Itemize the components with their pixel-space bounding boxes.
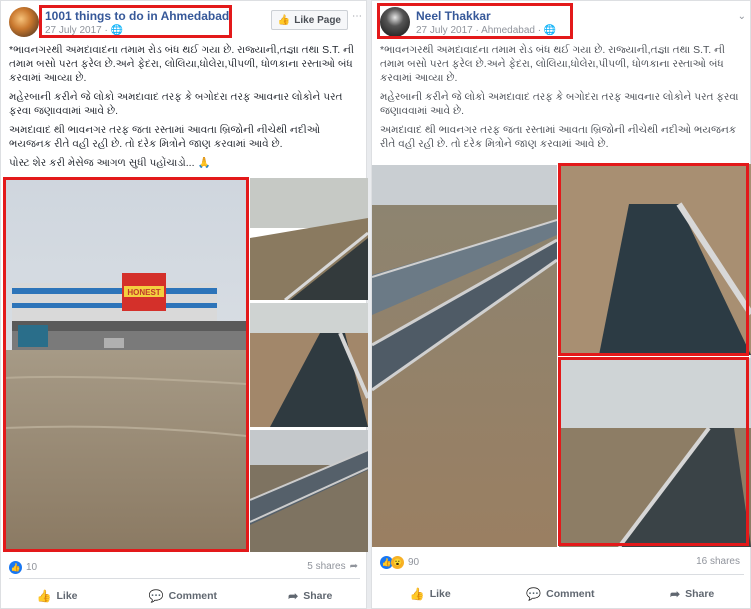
photo-flooded-road-2[interactable] [250, 303, 368, 427]
chevron-down-icon[interactable]: ⋯ [352, 11, 362, 22]
comment-button[interactable]: 💬 Comment [149, 589, 217, 603]
comment-bubble-icon: 💬 [526, 587, 542, 601]
post-paragraph: *ભાવનગરથી અમદાવાદના તમામ રોડ બંધ થઈ ગયા … [9, 44, 354, 84]
divider [9, 578, 360, 579]
like-thumb-icon: 👍 [277, 14, 291, 26]
post-paragraph: પોસ્ટ શેર કરી મેસેજ આગળ સુધી પહોંચાડો...… [9, 157, 211, 169]
page-avatar[interactable] [9, 7, 39, 37]
share-count[interactable]: 16 shares [696, 556, 740, 567]
photo-flooded-road-2[interactable] [559, 358, 751, 547]
photo-flooded-storefront[interactable]: HONEST [4, 178, 247, 550]
like-button[interactable]: 👍 Like [410, 587, 451, 601]
share-button[interactable]: ➦ Share [670, 587, 714, 601]
share-button[interactable]: ➦ Share [288, 589, 332, 603]
highlight-box-header [377, 3, 573, 39]
share-arrow-icon: ➦ [670, 587, 681, 601]
pray-emoji-icon: 🙏 [197, 157, 211, 169]
divider [380, 574, 744, 575]
wow-reaction-icon: 😮 [391, 556, 404, 569]
share-count[interactable]: 5 shares ➦ [307, 561, 358, 572]
photo-flooded-bridge[interactable] [250, 430, 368, 552]
post-text: *ભાવનગરથી અમદાવાદના તમામ રોડ બંધ થઈ ગયા … [9, 43, 361, 175]
post-text: *ભાવનગરથી અમદાવાદના તમામ રોડ બંધ થઈ ગયા … [380, 43, 745, 156]
post-paragraph: *ભાવનગરથી અમદાવાદના તમામ રોડ બંધ થઈ ગયા … [380, 44, 725, 84]
action-bar: 👍 Like 💬 Comment ➦ Share [372, 587, 751, 601]
right-post: Neel Thakkar 27 July 2017 · Ahmedabad · … [371, 0, 751, 609]
post-paragraph: મહેરબાની કરીને જે લોકો અમદાવાદ તરફ કે બગ… [380, 91, 739, 117]
post-paragraph: અમદાવાદ થી ભાવનગર તરફ જતા રસ્તામાં આવતા … [380, 124, 737, 150]
share-arrow-icon: ➦ [288, 589, 299, 603]
reaction-summary[interactable]: 👍 10 [9, 561, 37, 574]
comment-bubble-icon: 💬 [148, 589, 164, 603]
like-page-button[interactable]: 👍 Like Page [270, 10, 348, 30]
highlight-box-header [39, 5, 232, 38]
post-header: 1001 things to do in Ahmedabad 27 July 2… [1, 1, 366, 41]
reaction-summary[interactable]: 👍 😮 90 [380, 556, 419, 569]
comment-button[interactable]: 💬 Comment [526, 587, 594, 601]
like-button[interactable]: 👍 Like [37, 589, 78, 603]
like-reaction-icon: 👍 [9, 561, 22, 574]
action-bar: 👍 Like 💬 Comment ➦ Share [1, 589, 368, 603]
post-paragraph: મહેરબાની કરીને જે લોકો અમદાવાદ તરફ કે બગ… [9, 91, 343, 117]
post-paragraph: અમદાવાદ થી ભાવનગર તરફ જતા રસ્તામાં આવતા … [9, 124, 321, 150]
like-thumb-icon: 👍 [36, 589, 52, 603]
storefront-sign-text: HONEST [127, 288, 160, 297]
post-header: Neel Thakkar 27 July 2017 · Ahmedabad · … [372, 1, 750, 41]
chevron-down-icon[interactable]: ⌄ [738, 11, 746, 22]
share-arrow-icon: ➦ [349, 561, 358, 572]
left-post: 1001 things to do in Ahmedabad 27 July 2… [0, 0, 368, 609]
like-thumb-icon: 👍 [409, 587, 425, 601]
photo-flooded-bridge-large[interactable] [372, 165, 557, 547]
photo-flooded-road-1[interactable] [250, 178, 368, 300]
photo-flooded-road-1[interactable] [559, 164, 751, 355]
